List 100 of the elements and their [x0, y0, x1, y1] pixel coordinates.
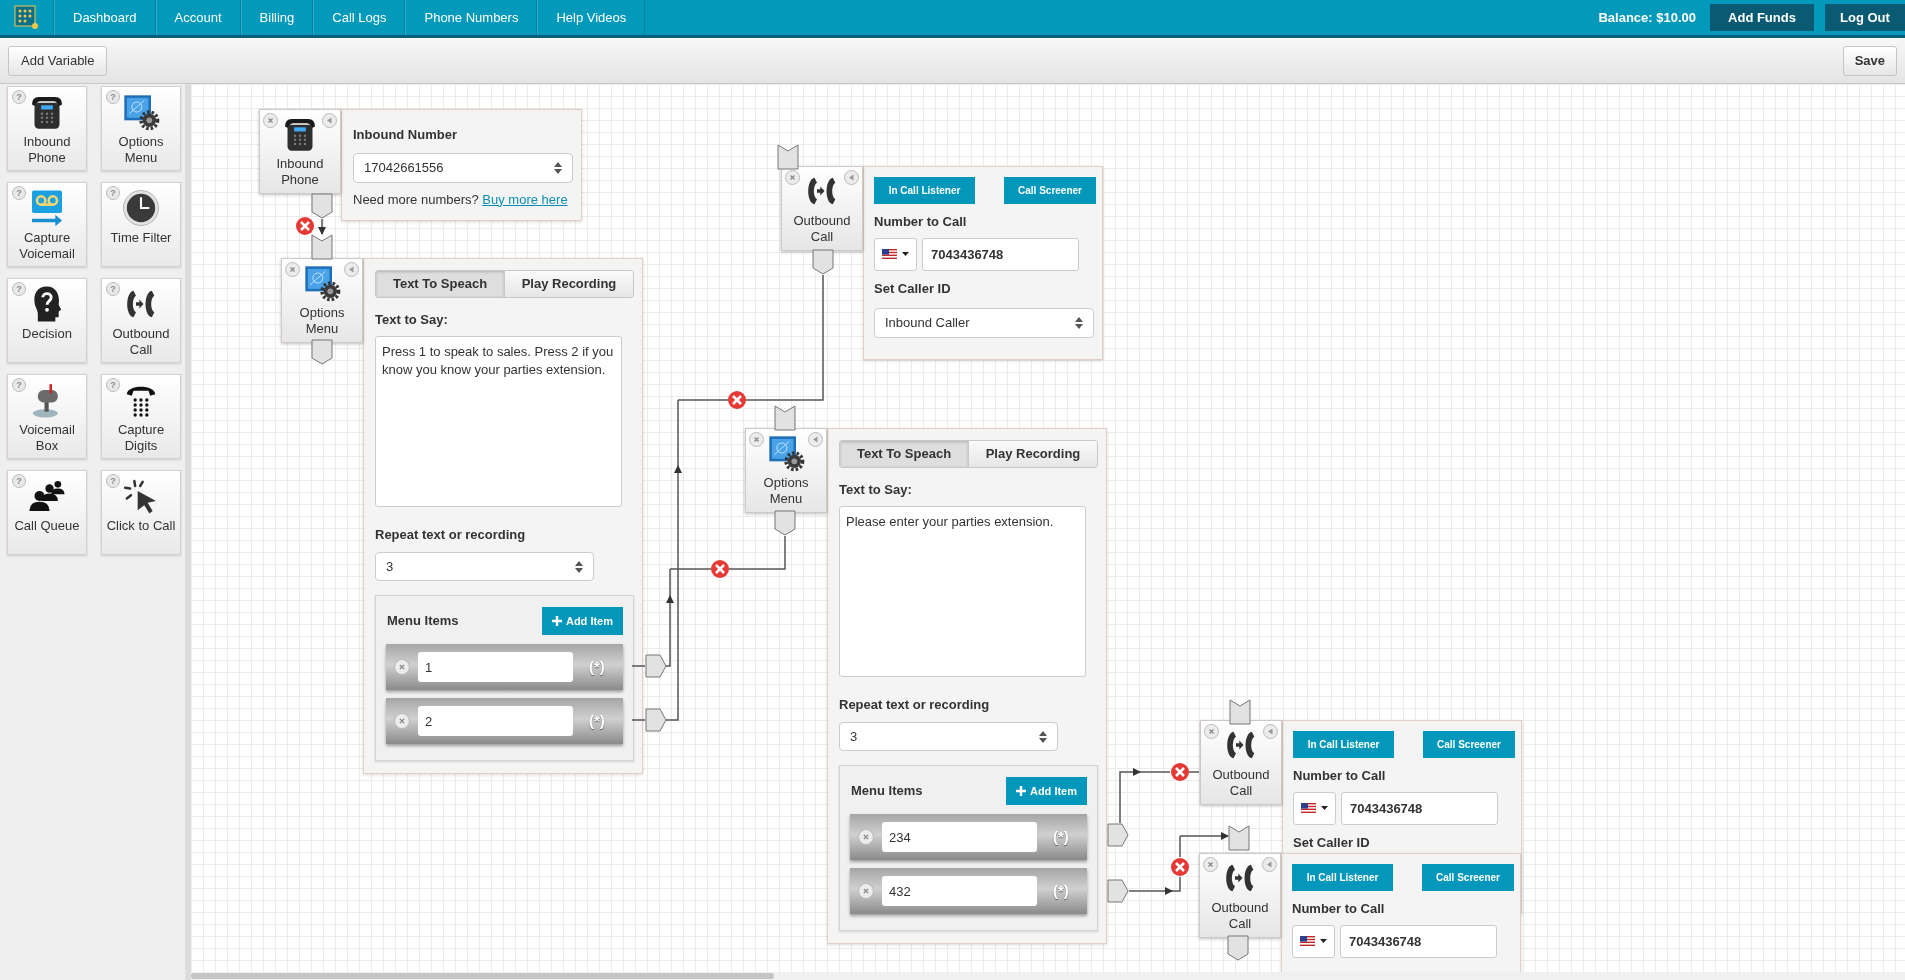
collapse-icon[interactable] [1263, 724, 1278, 739]
close-icon[interactable] [263, 113, 278, 128]
close-icon[interactable] [858, 829, 874, 845]
close-icon[interactable] [394, 659, 410, 675]
screen-gear-icon [121, 92, 161, 132]
palette-label: Inbound Phone [22, 134, 72, 166]
wildcard-label: (*) [589, 656, 605, 677]
tab[interactable]: Play Recording [504, 271, 633, 297]
plus-icon [551, 616, 562, 626]
field-label: Set Caller ID [1293, 833, 1370, 852]
help-text: Need more numbers? Buy more here [353, 190, 569, 209]
nav-button[interactable]: Log Out [1825, 4, 1905, 31]
tab[interactable]: Play Recording [968, 441, 1097, 467]
save-button[interactable]: Save [1842, 45, 1897, 76]
phone-number-input[interactable]: 7043436748 [922, 237, 1079, 271]
logo-icon[interactable] [13, 4, 40, 31]
flow-node-tile[interactable]: Options Menu [281, 258, 363, 343]
flow-node-tile[interactable]: Outbound Call [1199, 853, 1281, 938]
collapse-icon[interactable] [1262, 857, 1277, 872]
text-area[interactable]: Please enter your parties extension. [839, 505, 1086, 677]
close-icon[interactable] [1203, 857, 1218, 872]
palette-tile[interactable]: ? Voicemail Box [7, 374, 87, 459]
palette-label: Outbound Call [111, 326, 171, 358]
palette-label: Call Queue [13, 518, 81, 534]
section-title: Menu Items [387, 612, 459, 631]
phone-number-input[interactable]: 7043436748 [1340, 924, 1497, 958]
palette-label: Time Filter [109, 230, 173, 246]
palette-label: Options Menu [117, 134, 165, 166]
collapse-icon[interactable] [322, 113, 337, 128]
close-icon[interactable] [749, 432, 764, 447]
text-area[interactable]: Press 1 to speak to sales. Press 2 if you know you know your parties extension. [375, 335, 622, 507]
plus-icon [1015, 786, 1026, 796]
select-dropdown[interactable]: Inbound Caller [874, 308, 1094, 338]
select-dropdown[interactable]: 17042661556 [353, 152, 573, 183]
field-label: Repeat text or recording [839, 695, 991, 714]
field-label: Inbound Number [353, 126, 458, 144]
palette-tile[interactable]: ? Inbound Phone [7, 86, 87, 171]
country-dropdown[interactable] [1293, 791, 1336, 825]
wildcard-label: (*) [1053, 880, 1069, 901]
flow-node-tile[interactable]: Options Menu [745, 428, 827, 513]
menu-item-input[interactable]: 432 [882, 876, 1037, 906]
add-variable-button[interactable]: Add Variable [8, 45, 108, 76]
palette-label: Decision [21, 326, 73, 342]
select-value: Inbound Caller [885, 314, 970, 333]
palette-tile[interactable]: ? Capture Voicemail [7, 182, 87, 267]
flow-node-tile[interactable]: Inbound Phone [259, 109, 341, 194]
palette-tile[interactable]: ? Call Queue [7, 470, 87, 555]
wildcard-label: (*) [589, 710, 605, 731]
tab[interactable]: Text To Speach [840, 441, 968, 467]
updown-arrows-icon [575, 560, 583, 573]
menu-item-input[interactable]: 2 [418, 706, 573, 736]
node-label: Inbound Phone [275, 156, 325, 188]
screen-gear-icon [766, 433, 806, 473]
select-dropdown[interactable]: 3 [375, 552, 594, 581]
palette-tile[interactable]: ? Time Filter [101, 182, 181, 267]
palette-tile[interactable]: ? Click to Call [101, 470, 181, 555]
palette-tile[interactable]: ? Outbound Call [101, 278, 181, 363]
caret-icon [1321, 806, 1328, 810]
scrollbar[interactable] [191, 973, 774, 979]
section-title: Menu Items [851, 782, 923, 801]
close-icon[interactable] [285, 262, 300, 277]
palette-tile[interactable]: ? Options Menu [101, 86, 181, 171]
menu-item-input[interactable]: 234 [882, 822, 1037, 852]
country-dropdown[interactable] [1292, 924, 1335, 958]
collapse-icon[interactable] [844, 170, 859, 185]
field-label: Number to Call [1293, 767, 1387, 785]
select-value: 3 [386, 557, 394, 576]
wildcard-label: (*) [1053, 826, 1069, 847]
menu-item-input[interactable]: 1 [418, 652, 573, 682]
field-label: Text to Say: [839, 481, 913, 499]
caret-icon [1320, 939, 1327, 943]
flow-node-tile[interactable]: Outbound Call [781, 166, 863, 251]
field-label: Number to Call [1292, 900, 1386, 918]
field-label: Number to Call [874, 213, 968, 231]
palette-tile[interactable]: ? Decision [7, 278, 87, 363]
flow-node-tile[interactable]: Outbound Call [1200, 720, 1282, 805]
node-label: Options Menu [298, 305, 346, 337]
palette-label: Click to Call [106, 518, 176, 534]
close-icon[interactable] [394, 713, 410, 729]
country-dropdown[interactable] [874, 237, 917, 271]
field-label: Repeat text or recording [375, 525, 527, 544]
close-icon[interactable] [1204, 724, 1219, 739]
node-label: Outbound Call [792, 213, 852, 245]
nav-button[interactable]: Add Funds [1710, 4, 1814, 31]
close-icon[interactable] [858, 883, 874, 899]
node-label: Outbound Call [1210, 900, 1270, 932]
updown-arrows-icon [1039, 730, 1047, 743]
tab[interactable]: Text To Speach [376, 271, 504, 297]
buy-more-link[interactable]: Buy more here [482, 191, 568, 207]
close-icon[interactable] [785, 170, 800, 185]
caret-icon [902, 252, 909, 256]
collapse-icon[interactable] [344, 262, 359, 277]
palette-tile[interactable]: ? Capture Digits [101, 374, 181, 459]
phone-number-input[interactable]: 7043436748 [1341, 791, 1498, 825]
field-label: Text to Say: [375, 311, 449, 329]
collapse-icon[interactable] [808, 432, 823, 447]
palette-label: Capture Voicemail [18, 230, 76, 262]
select-dropdown[interactable]: 3 [839, 722, 1058, 751]
palette-label: Capture Digits [116, 422, 166, 454]
node-label: Options Menu [762, 475, 810, 507]
